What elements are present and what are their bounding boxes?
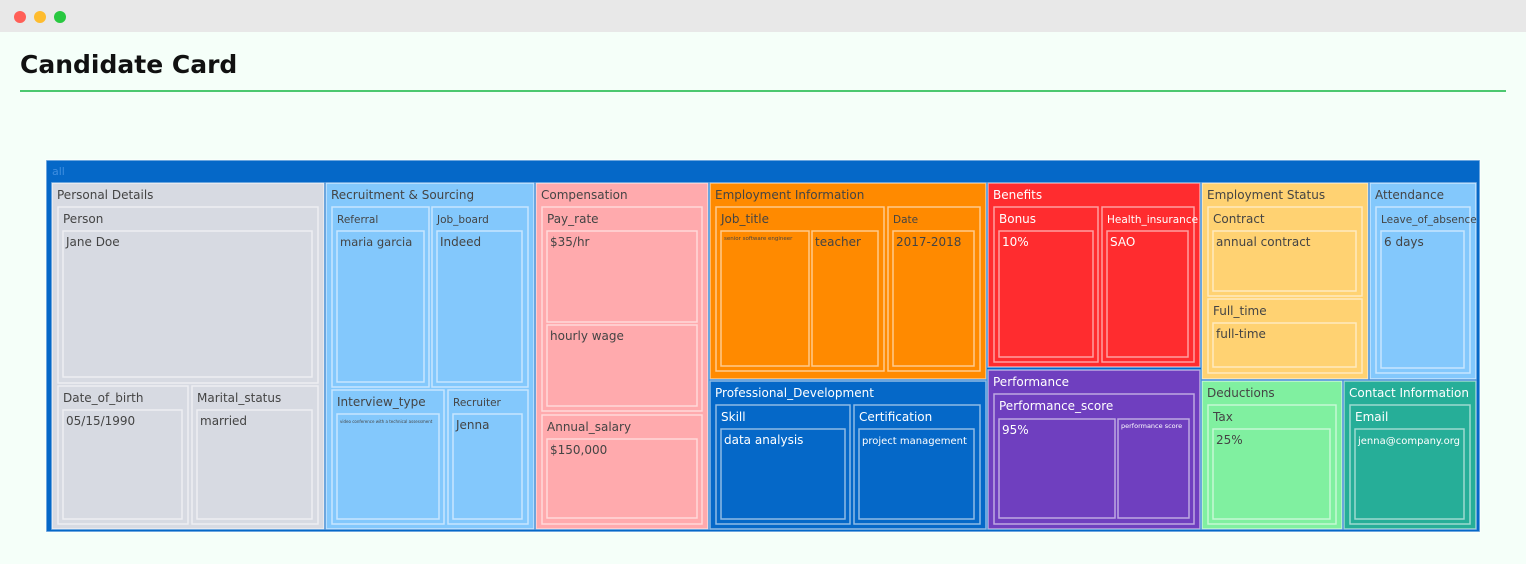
leaf-sao[interactable] [1106, 230, 1189, 358]
leaf-label-project-management: project management [862, 436, 967, 447]
leaf-label-hourly-wage: hourly wage [550, 329, 624, 343]
tile-label-date-of-birth: Date_of_birth [63, 391, 143, 405]
tile-label-employment-status: Employment Status [1207, 188, 1325, 202]
leaf-label-annual-contract: annual contract [1216, 235, 1311, 249]
tile-label-benefits: Benefits [993, 188, 1042, 202]
leaf-jane-doe[interactable] [62, 230, 313, 378]
tile-label-skill: Skill [721, 410, 746, 424]
leaf-label-jenna: Jenna [455, 418, 490, 432]
tile-label-compensation: Compensation [541, 188, 628, 202]
leaf-label-jane-doe: Jane Doe [65, 235, 120, 249]
tile-label-date: Date [893, 214, 918, 226]
tile-label-full-time: Full_time [1213, 304, 1267, 318]
tile-label-attendance: Attendance [1375, 188, 1444, 202]
leaf-label-performance-score: performance score [1121, 422, 1182, 430]
tile-label-job-title: Job_title [720, 212, 769, 226]
leaf-indeed[interactable] [436, 230, 523, 383]
leaf-label-indeed: Indeed [440, 235, 481, 249]
tile-label-job-board: Job_board [436, 214, 489, 226]
leaf-teacher[interactable] [811, 230, 879, 367]
leaf-6-days[interactable] [1380, 230, 1465, 369]
leaf-video-conference-with-a-technical-assessment[interactable] [336, 413, 440, 520]
tile-label-bonus: Bonus [999, 212, 1036, 226]
tile-label-pay-rate: Pay_rate [547, 212, 599, 226]
tile-label-annual-salary: Annual_salary [547, 420, 631, 434]
leaf-label-sao: SAO [1110, 235, 1135, 249]
leaf-label-full-time: full-time [1216, 327, 1266, 341]
tile-label-contract: Contract [1213, 212, 1265, 226]
leaf-label-jenna-company-org: jenna@company.org [1357, 436, 1460, 447]
leaf-label-25: 25% [1216, 433, 1243, 447]
leaf-label-2017-2018: 2017-2018 [896, 235, 961, 249]
leaf-label-95: 95% [1002, 423, 1029, 437]
tile-label-certification: Certification [859, 410, 932, 424]
tile-label-professional-development: Professional_Development [715, 386, 874, 400]
maximize-window-button[interactable] [54, 11, 66, 23]
tile-label-email: Email [1355, 410, 1388, 424]
tile-label-employment-information: Employment Information [715, 188, 864, 202]
leaf-performance-score[interactable] [1117, 418, 1190, 519]
tile-label-leave-of-absence: Leave_of_absence [1381, 214, 1477, 226]
leaf-label-video-conference-with-a-technical-assessment: video conference with a technical assess… [340, 419, 433, 424]
leaf-label-150-000: $150,000 [550, 443, 607, 457]
tile-label-health-insurance: Health_insurance [1107, 214, 1198, 226]
tile-label-deductions: Deductions [1207, 386, 1275, 400]
tile-label-contact-information: Contact Information [1349, 386, 1469, 400]
main-content: Candidate Card all Personal Details Person… [0, 32, 1526, 564]
tile-label-person: Person [63, 212, 103, 226]
leaf-label-maria-garcia: maria garcia [340, 235, 412, 249]
leaf-2017-2018[interactable] [892, 230, 975, 367]
tile-label-performance-score: Performance_score [999, 399, 1113, 413]
treemap-root-label: all [52, 165, 65, 178]
tile-label-performance: Performance [993, 375, 1069, 389]
tile-label-personal-details: Personal Details [57, 188, 153, 202]
leaf-label-married: married [200, 414, 247, 428]
treemap-chart: all Personal Details Person Jane Doe Date_of… [45, 159, 1481, 533]
minimize-window-button[interactable] [34, 11, 46, 23]
leaf-label-data-analysis: data analysis [724, 433, 803, 447]
leaf-senior-software-engineer[interactable] [720, 230, 810, 367]
tile-label-tax: Tax [1212, 410, 1233, 424]
tile-label-interview-type: Interview_type [337, 395, 426, 409]
leaf-label-05-15-1990: 05/15/1990 [66, 414, 135, 428]
window-titlebar [0, 0, 1526, 32]
tile-label-recruiter: Recruiter [453, 397, 502, 409]
leaf-label-senior-software-engineer: senior software engineer [724, 236, 793, 242]
leaf-label-teacher: teacher [815, 235, 861, 249]
leaf-label-6-days: 6 days [1384, 235, 1424, 249]
leaf-10[interactable] [998, 230, 1094, 358]
leaf-label-35-hr: $35/hr [550, 235, 590, 249]
leaf-maria-garcia[interactable] [336, 230, 425, 383]
tile-label-marital-status: Marital_status [197, 391, 281, 405]
tile-label-referral: Referral [337, 214, 378, 226]
tile-label-recruitment-sourcing: Recruitment & Sourcing [331, 188, 474, 202]
leaf-label-10: 10% [1002, 235, 1029, 249]
close-window-button[interactable] [14, 11, 26, 23]
